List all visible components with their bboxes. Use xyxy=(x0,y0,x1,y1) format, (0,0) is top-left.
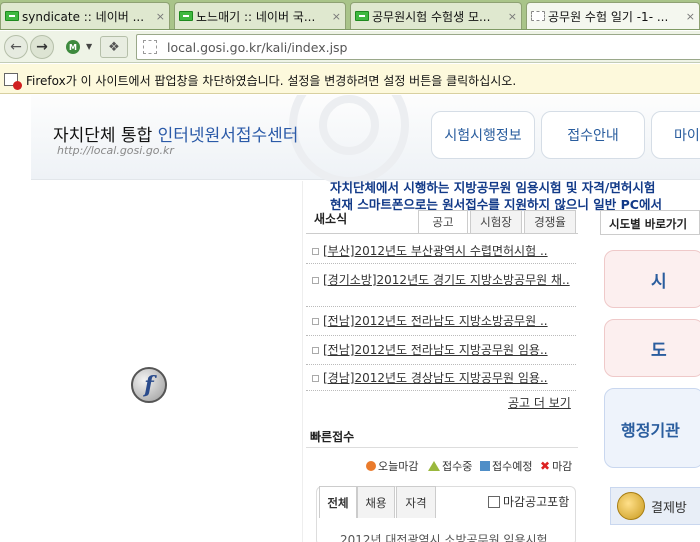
news-heading: 새소식 xyxy=(314,212,348,226)
naver-favicon-icon xyxy=(179,11,193,21)
tab-announcements[interactable]: 공고 xyxy=(418,210,468,233)
tab-title: 공무원 수험 일기 -1- ... xyxy=(548,9,669,24)
site-logo[interactable]: 자치단체 통합 인터넷원서접수센터 xyxy=(53,121,298,146)
coins-icon xyxy=(617,492,645,520)
region-shortcut-heading: 시도별 바로가기 xyxy=(600,210,700,235)
chevron-down-icon[interactable]: ▼ xyxy=(86,42,92,51)
region-province-button[interactable]: 도 xyxy=(604,319,700,377)
page-identity-icon[interactable] xyxy=(143,40,157,54)
bullet-icon xyxy=(312,248,319,255)
decorative-ring xyxy=(319,95,379,155)
green-triangle-icon xyxy=(428,461,440,471)
checkbox[interactable] xyxy=(488,495,500,508)
forward-arrow-icon: → xyxy=(36,39,48,55)
bullet-icon xyxy=(312,277,319,284)
news-item[interactable]: [전남]2012년도 전라남도 지방공무원 임용.. xyxy=(306,343,576,365)
addon-m-icon[interactable]: M xyxy=(66,40,80,54)
news-item[interactable]: [경기소방]2012년도 경기도 지방소방공무원 채.. xyxy=(306,273,576,307)
news-item[interactable]: [전남]2012년도 전라남도 지방소방공무원 .. xyxy=(306,314,576,336)
agency-button[interactable]: 행정기관 xyxy=(604,388,700,468)
nav-exam-info[interactable]: 시험시행정보 xyxy=(431,111,535,159)
bullet-icon xyxy=(312,318,319,325)
site-header: 자치단체 통합 인터넷원서접수센터 http://local.gosi.go.k… xyxy=(31,95,700,185)
naver-favicon-icon xyxy=(5,11,19,21)
news-item[interactable]: [경남]2012년도 경상남도 지방공무원 임용.. xyxy=(306,371,576,391)
close-icon[interactable]: × xyxy=(508,10,517,23)
tab-certification[interactable]: 자격 xyxy=(396,486,436,518)
naver-favicon-icon xyxy=(355,11,369,21)
tab-exam-diary[interactable]: 공무원 수험 일기 -1- ... × xyxy=(526,2,700,29)
flash-plugin-icon[interactable]: f xyxy=(131,367,167,403)
legend-closed: ✖ 마감 xyxy=(540,459,573,473)
popup-blocked-message: Firefox가 이 사이트에서 팝업창을 차단하였습니다. 설정을 변경하려면… xyxy=(26,74,517,88)
close-icon[interactable]: × xyxy=(686,10,695,23)
close-icon[interactable]: × xyxy=(332,10,341,23)
tab-nonumaegi[interactable]: 노느매기 :: 네이버 국... × xyxy=(174,2,346,29)
quick-apply-heading: 빠른접수 xyxy=(310,430,355,444)
more-announcements-link[interactable]: 공고 더 보기 xyxy=(508,394,571,411)
url-bar[interactable]: local.gosi.go.kr/kali/index.jsp xyxy=(136,34,700,60)
brand-url: http://local.gosi.go.kr xyxy=(57,144,174,157)
divider xyxy=(306,233,578,234)
orange-circle-icon xyxy=(366,461,376,471)
tab-employment[interactable]: 채용 xyxy=(357,486,395,518)
tab-exam-venues[interactable]: 시험장 xyxy=(470,210,522,233)
forward-button[interactable]: → xyxy=(30,35,54,59)
web-page: 자치단체 통합 인터넷원서접수센터 http://local.gosi.go.k… xyxy=(0,95,700,542)
close-icon[interactable]: × xyxy=(156,10,165,23)
news-item[interactable]: [부산]2012년도 부산광역시 수렵면허시험 .. xyxy=(306,244,576,264)
legend-closing-today: 오늘마감 xyxy=(366,458,418,474)
tab-title: 노느매기 :: 네이버 국... xyxy=(196,9,316,24)
blue-square-icon xyxy=(480,461,490,471)
bullet-icon xyxy=(312,347,319,354)
back-button[interactable]: ← xyxy=(4,35,28,59)
tab-strip: syndicate :: 네이버 ... × 노느매기 :: 네이버 국... … xyxy=(0,0,700,30)
brand-sub: 인터넷원서접수센터 xyxy=(157,126,299,146)
popup-blocked-bar: Firefox가 이 사이트에서 팝업창을 차단하였습니다. 설정을 변경하려면… xyxy=(0,64,700,94)
puzzle-icon: ❖ xyxy=(108,39,120,55)
url-text[interactable]: local.gosi.go.kr/kali/index.jsp xyxy=(167,40,348,55)
popup-blocked-icon xyxy=(4,73,22,90)
legend-accepting: 접수중 xyxy=(428,458,472,474)
tab-title: syndicate :: 네이버 ... xyxy=(22,9,145,24)
include-closed-checkbox[interactable]: 마감공고포함 xyxy=(488,493,569,510)
blank-page-icon xyxy=(531,11,545,21)
flash-content-area: f xyxy=(31,181,303,542)
red-x-icon: ✖ xyxy=(540,459,551,473)
payment-button[interactable]: 결제방 xyxy=(610,487,700,525)
list-item[interactable]: 2012년 대전광역시 소방공무원 임용시험 xyxy=(340,531,548,542)
addon-button[interactable]: ❖ xyxy=(100,36,128,58)
tab-title: 공무원시험 수험생 모... xyxy=(372,9,491,24)
tab-civil-service-exam[interactable]: 공무원시험 수험생 모... × xyxy=(350,2,522,29)
navigation-toolbar: ← → M ▼ ❖ local.gosi.go.kr/kali/index.js… xyxy=(0,31,700,63)
brand-main: 자치단체 통합 xyxy=(53,126,158,146)
back-arrow-icon: ← xyxy=(10,39,22,55)
tab-competition-rate[interactable]: 경쟁율 xyxy=(524,210,576,233)
divider xyxy=(306,447,578,448)
legend-upcoming: 접수예정 xyxy=(480,458,532,474)
tab-syndicate[interactable]: syndicate :: 네이버 ... × xyxy=(0,2,170,29)
tab-all[interactable]: 전체 xyxy=(319,486,357,518)
nav-application-guide[interactable]: 접수안내 xyxy=(541,111,645,159)
nav-my[interactable]: 마이 xyxy=(651,111,700,159)
bullet-icon xyxy=(312,375,319,382)
region-city-button[interactable]: 시 xyxy=(604,250,700,308)
